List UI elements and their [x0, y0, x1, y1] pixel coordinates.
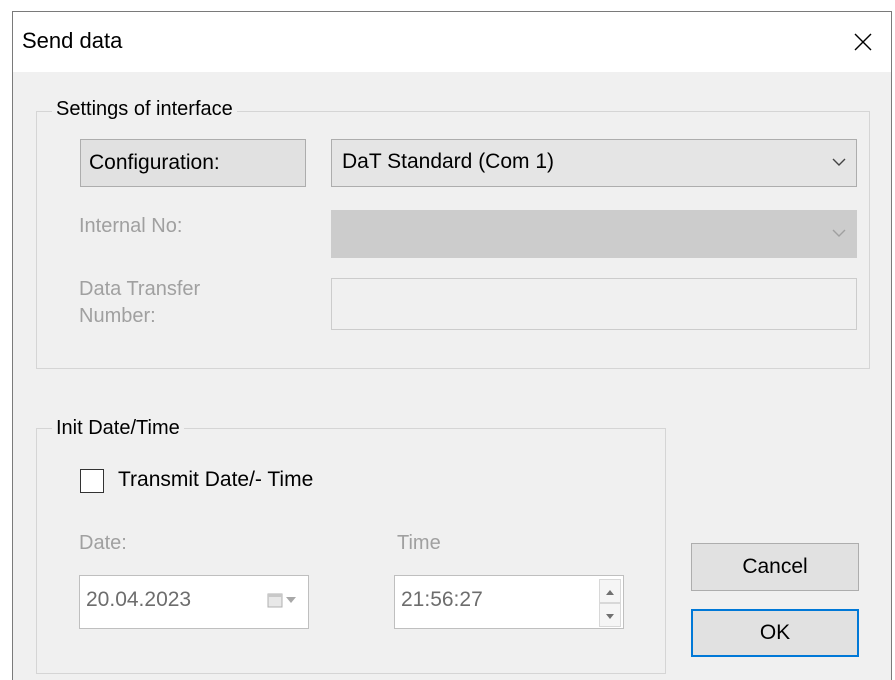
chevron-down-icon [832, 225, 846, 243]
spin-up-button[interactable] [599, 579, 621, 603]
cancel-button-label: Cancel [742, 555, 808, 578]
internal-no-label: Internal No: [79, 215, 183, 237]
data-transfer-label-line2: Number: [79, 305, 156, 327]
send-data-dialog: Send data Settings of interface Configur… [12, 11, 892, 680]
date-picker[interactable]: 20.04.2023 [79, 575, 309, 629]
internal-no-select[interactable] [331, 210, 857, 258]
caret-down-icon [606, 606, 614, 624]
interface-settings-title: Settings of interface [52, 98, 237, 121]
spin-down-button[interactable] [599, 603, 621, 627]
data-transfer-number-field[interactable] [331, 278, 857, 330]
calendar-icon[interactable] [267, 592, 296, 608]
cancel-button[interactable]: Cancel [691, 543, 859, 591]
transmit-datetime-checkbox[interactable] [80, 469, 104, 493]
title-bar: Send data [13, 12, 891, 72]
caret-up-icon [606, 582, 614, 600]
date-label: Date: [79, 532, 127, 554]
time-label: Time [397, 532, 441, 554]
time-picker[interactable]: 21:56:27 [394, 575, 624, 629]
chevron-down-icon [832, 154, 846, 172]
close-button[interactable] [835, 12, 891, 72]
dialog-title: Send data [22, 28, 123, 53]
init-datetime-group [36, 428, 666, 674]
configuration-label: Configuration: [89, 151, 220, 174]
transmit-datetime-label[interactable]: Transmit Date/- Time [118, 468, 313, 492]
configuration-button[interactable]: Configuration: [80, 139, 306, 187]
ok-button-label: OK [759, 621, 791, 644]
configuration-select[interactable]: DaT Standard (Com 1) [331, 139, 857, 187]
init-datetime-title: Init Date/Time [52, 417, 184, 440]
close-icon [853, 32, 873, 52]
date-value: 20.04.2023 [86, 588, 192, 611]
data-transfer-label-line1: Data Transfer [79, 278, 201, 300]
ok-button[interactable]: OK [691, 609, 859, 657]
time-value: 21:56:27 [401, 588, 483, 611]
time-spinner[interactable] [599, 579, 621, 627]
configuration-select-value: DaT Standard (Com 1) [342, 150, 555, 173]
